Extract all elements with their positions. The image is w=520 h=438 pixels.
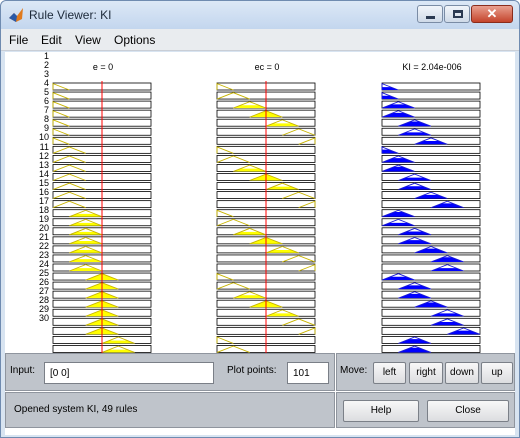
rule-ki-cell (381, 200, 481, 209)
move-up-button[interactable]: up (481, 362, 513, 384)
minimize-button[interactable] (417, 5, 443, 23)
rule-ki-cell (381, 335, 481, 344)
rule-ki-cell (381, 254, 481, 263)
rule-ki-cell (381, 173, 481, 181)
minimize-icon (426, 16, 435, 19)
rule-ki-cell (381, 145, 481, 154)
actions-panel: Help Close (336, 392, 515, 428)
rule-ki-cell (381, 164, 481, 172)
rule-ki-cell (381, 155, 481, 163)
rule-ki-cell (381, 82, 481, 91)
rule-ki-cell (381, 91, 481, 100)
move-label: Move: (340, 365, 368, 376)
input-panel: Input: [0 0] Plot points: 101 (5, 353, 335, 391)
rule-ki-cell (381, 345, 481, 353)
maximize-icon (453, 10, 463, 18)
rule-ki-cell (381, 100, 481, 109)
close-window-button[interactable]: ✕ (471, 5, 513, 23)
rule-ki-cell (381, 227, 481, 236)
rule-plot-area: e = 0 ec = 0 KI = 2.04e-006 1 2 3 4 5 6 7 8 9 10 1… (5, 52, 515, 435)
rule-ki-cell (381, 272, 481, 281)
rule-ki-cell (381, 109, 481, 118)
help-button[interactable]: Help (343, 400, 419, 422)
rule-ki-cell (381, 218, 481, 227)
plot-points-field[interactable]: 101 (287, 362, 329, 384)
rule-ki-cell (381, 182, 481, 190)
rule-ki-cell (381, 326, 481, 335)
rule-ki-cell (381, 127, 481, 136)
status-panel: Opened system KI, 49 rules (5, 392, 335, 428)
rule-ki-cell (381, 191, 481, 200)
move-down-button[interactable]: down (445, 362, 479, 384)
menu-view[interactable]: View (75, 33, 101, 47)
maximize-button[interactable] (444, 5, 470, 23)
title-bar: Rule Viewer: KI ✕ (1, 1, 519, 29)
rule-ki-cell (381, 236, 481, 245)
close-icon: ✕ (486, 6, 498, 21)
plot-points-label: Plot points: (227, 365, 277, 376)
rule-viewer-window: Rule Viewer: KI ✕ File Edit View Options… (0, 0, 520, 438)
move-panel: Move: left right down up (336, 353, 515, 391)
rule-ki-cell (381, 281, 481, 290)
window-title: Rule Viewer: KI (29, 8, 112, 22)
matlab-logo-icon (9, 8, 23, 22)
input-label: Input: (10, 365, 36, 376)
menu-edit[interactable]: Edit (41, 33, 62, 47)
status-message: Opened system KI, 49 rules (14, 404, 138, 415)
rule-ki-cell (381, 308, 481, 317)
move-right-button[interactable]: right (409, 362, 443, 384)
menu-options[interactable]: Options (114, 33, 155, 47)
rule-ki-cell (381, 290, 481, 299)
rule-ki-cell (381, 245, 481, 254)
close-button[interactable]: Close (427, 400, 509, 422)
rule-ki-cell (381, 118, 481, 127)
input-vector-field[interactable]: [0 0] (44, 362, 214, 384)
rule-ki-cell (381, 136, 481, 145)
rule-ki-cell (381, 209, 481, 218)
menu-file[interactable]: File (9, 33, 28, 47)
rule-ki-cell (381, 317, 481, 326)
menu-bar: File Edit View Options (1, 29, 519, 51)
rule-ki-cell (381, 299, 481, 308)
rule-ki-cell (381, 263, 481, 272)
move-left-button[interactable]: left (373, 362, 406, 384)
rule-plots (52, 81, 481, 355)
